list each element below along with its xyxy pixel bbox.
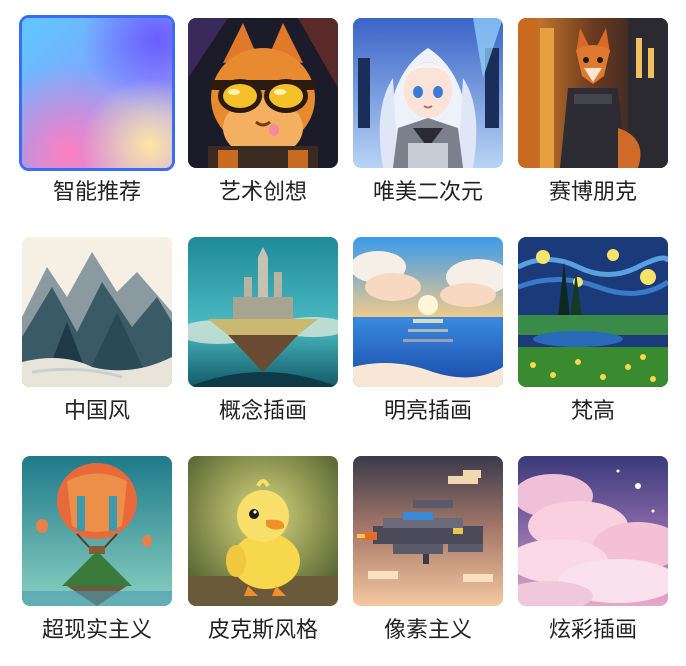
duckling-thumbnail	[188, 456, 338, 606]
style-label: 中国风	[63, 399, 130, 424]
style-label: 炫彩插画	[548, 618, 637, 643]
style-option-pixar[interactable]: 皮克斯风格	[188, 456, 354, 666]
style-option-chinese-style[interactable]: 中国风	[22, 237, 188, 447]
style-option-van-gogh[interactable]: 梵高	[518, 237, 684, 447]
style-option-concept-illustration[interactable]: 概念插画	[188, 237, 354, 447]
smart-recommend-gradient-icon	[19, 15, 175, 171]
cyberpunk-fox-thumbnail	[518, 18, 668, 168]
style-option-art-imagination[interactable]: 艺术创想	[188, 18, 354, 228]
cat-sunglasses-thumbnail	[188, 18, 338, 168]
style-label: 概念插画	[218, 399, 307, 424]
style-option-vivid-illustration[interactable]: 炫彩插画	[518, 456, 684, 666]
style-option-smart-recommend[interactable]: 智能推荐	[19, 15, 188, 228]
style-option-cyberpunk[interactable]: 赛博朋克	[518, 18, 684, 228]
starry-night-thumbnail	[518, 237, 668, 387]
style-label: 艺术创想	[218, 180, 307, 205]
style-option-anime[interactable]: 唯美二次元	[353, 18, 519, 228]
pixel-spaceship-thumbnail	[353, 456, 503, 606]
floating-island-thumbnail	[188, 237, 338, 387]
anime-girl-thumbnail	[353, 18, 503, 168]
style-label: 唯美二次元	[372, 180, 483, 205]
style-grid: 智能推荐 艺术创想 唯美二次元 赛博朋克 中国风 概念插画 明亮插画 梵高 超现…	[0, 0, 686, 654]
ink-mountains-thumbnail	[22, 237, 172, 387]
style-label: 梵高	[570, 399, 615, 424]
style-option-pixel-art[interactable]: 像素主义	[353, 456, 519, 666]
style-label: 赛博朋克	[548, 180, 637, 205]
style-label: 明亮插画	[383, 399, 472, 424]
style-label: 智能推荐	[52, 180, 141, 205]
pastel-clouds-thumbnail	[518, 456, 668, 606]
style-label: 像素主义	[383, 618, 472, 643]
style-option-bright-illustration[interactable]: 明亮插画	[353, 237, 519, 447]
sunset-sea-thumbnail	[353, 237, 503, 387]
style-label: 超现实主义	[41, 618, 152, 643]
style-label: 皮克斯风格	[207, 618, 318, 643]
hot-air-balloon-thumbnail	[22, 456, 172, 606]
style-option-surrealism[interactable]: 超现实主义	[22, 456, 188, 666]
